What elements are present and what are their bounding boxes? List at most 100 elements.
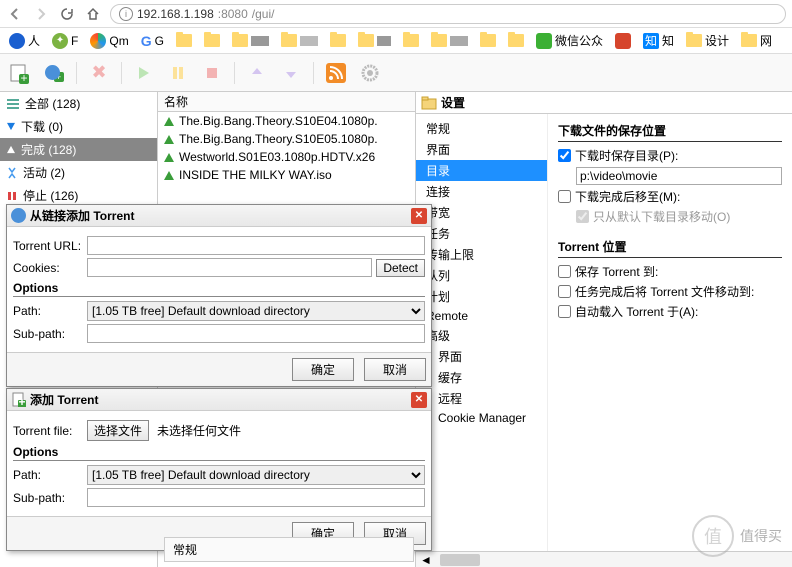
bookmark-item[interactable] [612,31,634,51]
settings-icon [421,95,437,111]
url-path: /gui/ [252,7,275,21]
svg-text:+: + [20,71,27,84]
nav-queueing[interactable]: 队列 [416,265,547,286]
add-url-button[interactable]: + [42,61,66,85]
settings-button[interactable] [358,61,382,85]
play-button[interactable] [132,61,156,85]
nav-general[interactable]: 常规 [416,118,547,139]
home-button[interactable] [84,5,102,23]
bookmark-folder[interactable] [327,32,349,49]
bookmark-folder[interactable]: 网 [738,30,775,51]
section-download-location: 下载文件的保存位置 [558,122,782,142]
nav-directories[interactable]: 目录 [416,160,547,181]
bookmark-folder[interactable]: 设计 [683,30,732,51]
choose-file-button[interactable]: 选择文件 [87,420,149,441]
forward-button[interactable] [32,5,50,23]
nav-adv-remote[interactable]: 远程 [416,388,547,409]
label-subpath: Sub-path: [13,491,83,505]
rss-button[interactable] [324,61,348,85]
input-torrent-url[interactable] [87,236,425,255]
nav-bittorrent[interactable]: 任务 [416,223,547,244]
bookmark-item[interactable]: Qm [87,31,131,51]
dialog-title: 从链接添加 Torrent [30,207,134,224]
url-bar[interactable]: i 192.168.1.198:8080/gui/ [110,4,786,24]
ok-button[interactable]: 确定 [292,358,354,381]
column-name[interactable]: 名称 [164,93,188,110]
bookmark-folder[interactable] [400,32,422,49]
section-torrent-location: Torrent 位置 [558,238,782,258]
nav-ui[interactable]: 界面 [416,139,547,160]
bookmark-folder[interactable] [278,32,321,49]
add-file-button[interactable]: + [8,61,32,85]
input-subpath[interactable] [87,488,425,507]
bookmark-folder[interactable] [505,32,527,49]
nav-remote[interactable]: Remote [416,307,547,325]
chk-move-completed[interactable] [558,190,571,203]
options-header: Options [13,445,425,461]
tab-general[interactable]: 常规 [164,537,414,562]
bookmark-item[interactable]: ✦F [49,31,81,51]
input-subpath[interactable] [87,324,425,343]
cancel-button[interactable]: 取消 [364,358,426,381]
url-port: :8080 [218,7,248,21]
globe-icon [11,208,26,223]
select-path[interactable]: [1.05 TB free] Default download director… [87,465,425,485]
delete-button[interactable]: ✖ [87,61,111,85]
settings-nav: 常规 界面 目录 连接 带宽 任务 传输上限 队列 计划 Remote 高级 界… [416,114,548,551]
bookmark-folder[interactable] [477,32,499,49]
bookmark-item[interactable]: 知知 [640,30,677,51]
chk-only-default [576,210,589,223]
watermark: 值 值得买 [692,515,782,557]
nav-connection[interactable]: 连接 [416,181,547,202]
chk-autoload[interactable] [558,305,571,318]
chk-put-new[interactable] [558,149,571,162]
bookmark-folder[interactable] [355,32,394,49]
stop-button[interactable] [200,61,224,85]
bookmark-item[interactable]: 微信公众 [533,30,606,51]
input-cookies[interactable] [87,258,372,277]
bookmark-folder[interactable] [201,32,223,49]
app-toolbar: + + ✖ [0,54,792,92]
close-button[interactable]: ✕ [411,208,427,224]
settings-content: 下载文件的保存位置 下载时保存目录(P): 下载完成后移至(M): 只从默认下载… [548,114,792,551]
dialog-title: 添加 Torrent [30,391,98,408]
nav-advanced[interactable]: 高级 [416,325,547,346]
input-download-path[interactable] [576,167,782,185]
back-button[interactable] [6,5,24,23]
chk-move-torrent[interactable] [558,285,571,298]
move-down-button[interactable] [279,61,303,85]
sidebar-item-completed[interactable]: 完成 (128) [0,138,157,161]
move-up-button[interactable] [245,61,269,85]
bookmark-folder[interactable] [229,32,272,49]
nav-scheduler[interactable]: 计划 [416,286,547,307]
label-subpath: Sub-path: [13,327,83,341]
nav-bandwidth[interactable]: 带宽 [416,202,547,223]
options-header: Options [13,281,425,297]
sidebar-item-active[interactable]: 活动 (2) [0,161,157,184]
bookmark-item[interactable]: 人 [6,30,43,51]
sidebar-item-downloading[interactable]: 下载 (0) [0,115,157,138]
label-path: Path: [13,304,83,318]
settings-panel: 设置 常规 界面 目录 连接 带宽 任务 传输上限 队列 计划 Remote 高… [415,92,792,567]
url-host: 192.168.1.198 [137,7,214,21]
nav-adv-cache[interactable]: 缓存 [416,367,547,388]
bookmark-folder[interactable] [173,32,195,49]
svg-text:+: + [18,395,25,407]
reload-button[interactable] [58,5,76,23]
bookmark-folder[interactable] [428,32,471,49]
bookmarks-bar: 人 ✦F Qm GG 微信公众 知知 设计 网 [0,28,792,54]
nav-adv-ui[interactable]: 界面 [416,346,547,367]
label-url: Torrent URL: [13,239,83,253]
nav-adv-cookie[interactable]: Cookie Manager [416,409,547,427]
pause-button[interactable] [166,61,190,85]
detect-button[interactable]: Detect [376,259,425,277]
label-cookies: Cookies: [13,261,83,275]
no-file-text: 未选择任何文件 [157,422,241,439]
file-icon: + [11,392,26,407]
sidebar-item-all[interactable]: 全部 (128) [0,92,157,115]
close-button[interactable]: ✕ [411,392,427,408]
bookmark-item[interactable]: GG [138,31,167,51]
nav-transfer-cap[interactable]: 传输上限 [416,244,547,265]
select-path[interactable]: [1.05 TB free] Default download director… [87,301,425,321]
chk-store-torrent[interactable] [558,265,571,278]
